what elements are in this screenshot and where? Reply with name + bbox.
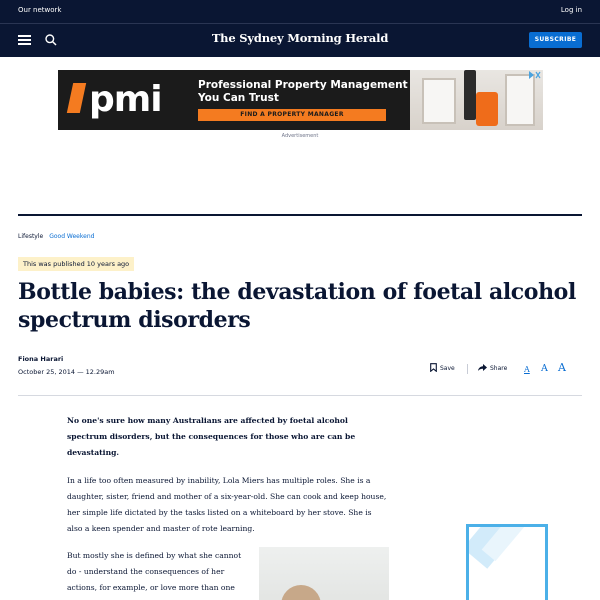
network-bar: Our network Log in bbox=[0, 0, 600, 24]
author-name[interactable]: Fiona Harari bbox=[18, 355, 63, 363]
font-size-large-button[interactable]: A bbox=[558, 361, 566, 375]
article-title: Bottle babies: the devastation of foetal… bbox=[18, 279, 576, 333]
article-photo[interactable] bbox=[259, 547, 389, 600]
masthead-logo[interactable]: The Sydney Morning Herald bbox=[200, 31, 400, 45]
breadcrumb-lifestyle[interactable]: Lifestyle bbox=[18, 233, 43, 240]
published-age-badge: This was published 10 years ago bbox=[18, 257, 135, 271]
section-divider bbox=[18, 214, 582, 216]
breadcrumb: Lifestyle Good Weekend bbox=[18, 233, 94, 240]
ad-cta-button[interactable]: FIND A PROPERTY MANAGER bbox=[198, 109, 386, 121]
byline-divider bbox=[18, 395, 582, 396]
login-link[interactable]: Log in bbox=[561, 6, 582, 14]
article-paragraph: In a life too often measured by inabilit… bbox=[67, 476, 387, 533]
article-tools: Save Share A A A bbox=[430, 361, 582, 377]
ad-brand-logo: pmi bbox=[66, 80, 163, 120]
our-network-link[interactable]: Our network bbox=[18, 6, 61, 14]
banner-ad[interactable]: pmi Professional Property Management You… bbox=[58, 70, 543, 130]
share-button[interactable]: Share bbox=[478, 362, 507, 376]
font-size-medium-button[interactable]: A bbox=[541, 362, 548, 376]
subscribe-button[interactable]: SUBSCRIBE bbox=[529, 32, 582, 48]
menu-icon[interactable] bbox=[18, 35, 31, 45]
article-lead: No one's sure how many Australians are a… bbox=[67, 416, 356, 457]
font-size-small-button[interactable]: A bbox=[524, 363, 530, 377]
ad-photo bbox=[410, 70, 543, 130]
publish-date: October 25, 2014 — 12.29am bbox=[18, 368, 115, 376]
breadcrumb-good-weekend[interactable]: Good Weekend bbox=[49, 233, 94, 240]
ad-close-icon[interactable] bbox=[529, 71, 541, 79]
tools-separator bbox=[467, 364, 468, 374]
search-icon[interactable] bbox=[44, 33, 58, 47]
main-nav: The Sydney Morning Herald SUBSCRIBE bbox=[0, 24, 600, 57]
bookmark-icon bbox=[430, 363, 437, 373]
advertisement-label: Advertisement bbox=[281, 133, 319, 139]
ad-headline: Professional Property Management You Can… bbox=[198, 79, 408, 104]
sidebar-ad[interactable] bbox=[466, 524, 548, 600]
save-button[interactable]: Save bbox=[430, 362, 455, 376]
article-body: No one's sure how many Australians are a… bbox=[67, 413, 387, 537]
share-arrow-icon bbox=[478, 364, 487, 371]
article-paragraph: But mostly she is defined by what she ca… bbox=[67, 551, 242, 592]
